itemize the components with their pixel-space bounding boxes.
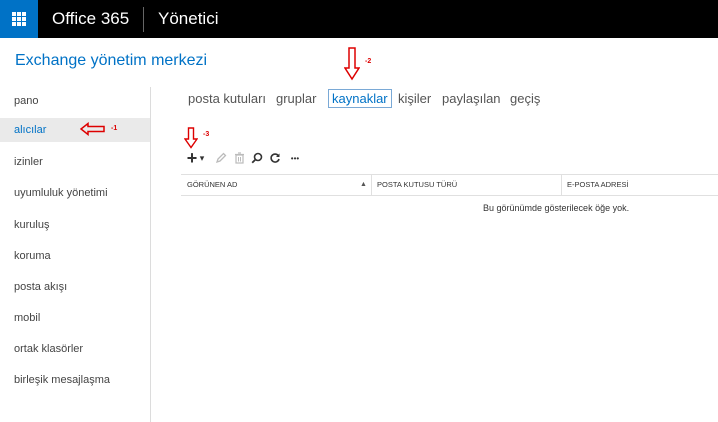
- sidebar-item-public-folders[interactable]: ortak klasörler: [0, 337, 150, 361]
- more-icon: •••: [290, 153, 300, 163]
- sidebar-item-unified-messaging[interactable]: birleşik mesajlaşma: [0, 368, 150, 392]
- search-icon: [251, 152, 263, 164]
- sidebar-item-compliance[interactable]: uyumluluk yönetimi: [0, 181, 150, 205]
- role-title: Yönetici: [158, 9, 219, 28]
- column-header-label: E-POSTA ADRESİ: [567, 180, 629, 189]
- tab-mailboxes[interactable]: posta kutuları: [188, 91, 266, 106]
- plus-icon: +: [186, 147, 198, 168]
- top-bar-divider: [143, 7, 144, 32]
- sidebar-item-mobile[interactable]: mobil: [0, 306, 150, 330]
- annotation-label-3: -3: [203, 131, 210, 138]
- sidebar-item-pano[interactable]: pano: [0, 89, 150, 113]
- chevron-down-icon: ▾: [199, 152, 205, 163]
- add-dropdown-button[interactable]: ▾: [197, 149, 207, 167]
- sidebar-item-recipients[interactable]: alıcılar: [0, 118, 150, 142]
- empty-list-message: Bu görünümde gösterilecek öğe yok.: [483, 203, 630, 213]
- column-header-display-name[interactable]: GÖRÜNEN AD: [181, 175, 371, 195]
- column-header-label: GÖRÜNEN AD: [187, 180, 238, 189]
- tab-resources[interactable]: kaynaklar: [328, 89, 392, 108]
- edit-button[interactable]: [213, 149, 229, 167]
- brand-title[interactable]: Office 365: [52, 9, 129, 29]
- sort-ascending-icon: ▲: [360, 181, 367, 188]
- column-header-email-address[interactable]: E-POSTA ADRESİ: [561, 175, 718, 195]
- app-launcher-button[interactable]: [0, 0, 38, 38]
- search-button[interactable]: [249, 149, 265, 167]
- sidebar-item-organization[interactable]: kuruluş: [0, 213, 150, 237]
- refresh-icon: [270, 153, 280, 163]
- column-header-mailbox-type[interactable]: POSTA KUTUSU TÜRÜ: [371, 175, 561, 195]
- sidebar-item-mail-flow[interactable]: posta akışı: [0, 275, 150, 299]
- top-bar: Office 365 Yönetici: [0, 0, 718, 38]
- pencil-icon: [215, 152, 227, 164]
- annotation-arrow-down-icon: [344, 47, 360, 81]
- annotation-label-2: -2: [365, 58, 372, 65]
- sidebar-item-permissions[interactable]: izinler: [0, 150, 150, 174]
- tab-contacts[interactable]: kişiler: [398, 91, 431, 106]
- tab-shared[interactable]: paylaşılan: [442, 91, 501, 106]
- table-header: GÖRÜNEN AD ▲ POSTA KUTUSU TÜRÜ E-POSTA A…: [181, 174, 718, 196]
- annotation-label-1: -1: [111, 125, 118, 132]
- refresh-button[interactable]: [267, 149, 283, 167]
- sidebar-divider: [150, 87, 151, 422]
- delete-button[interactable]: [231, 149, 247, 167]
- tab-groups[interactable]: gruplar: [276, 91, 316, 106]
- page-title: Exchange yönetim merkezi: [15, 52, 208, 69]
- column-header-label: POSTA KUTUSU TÜRÜ: [377, 180, 458, 189]
- more-button[interactable]: •••: [286, 149, 304, 167]
- waffle-icon: [12, 12, 26, 26]
- trash-icon: [234, 152, 244, 164]
- annotation-arrow-down-icon: [184, 127, 198, 149]
- annotation-arrow-left-icon: [80, 122, 105, 136]
- tab-migration[interactable]: geçiş: [510, 91, 540, 106]
- sidebar-item-protection[interactable]: koruma: [0, 244, 150, 268]
